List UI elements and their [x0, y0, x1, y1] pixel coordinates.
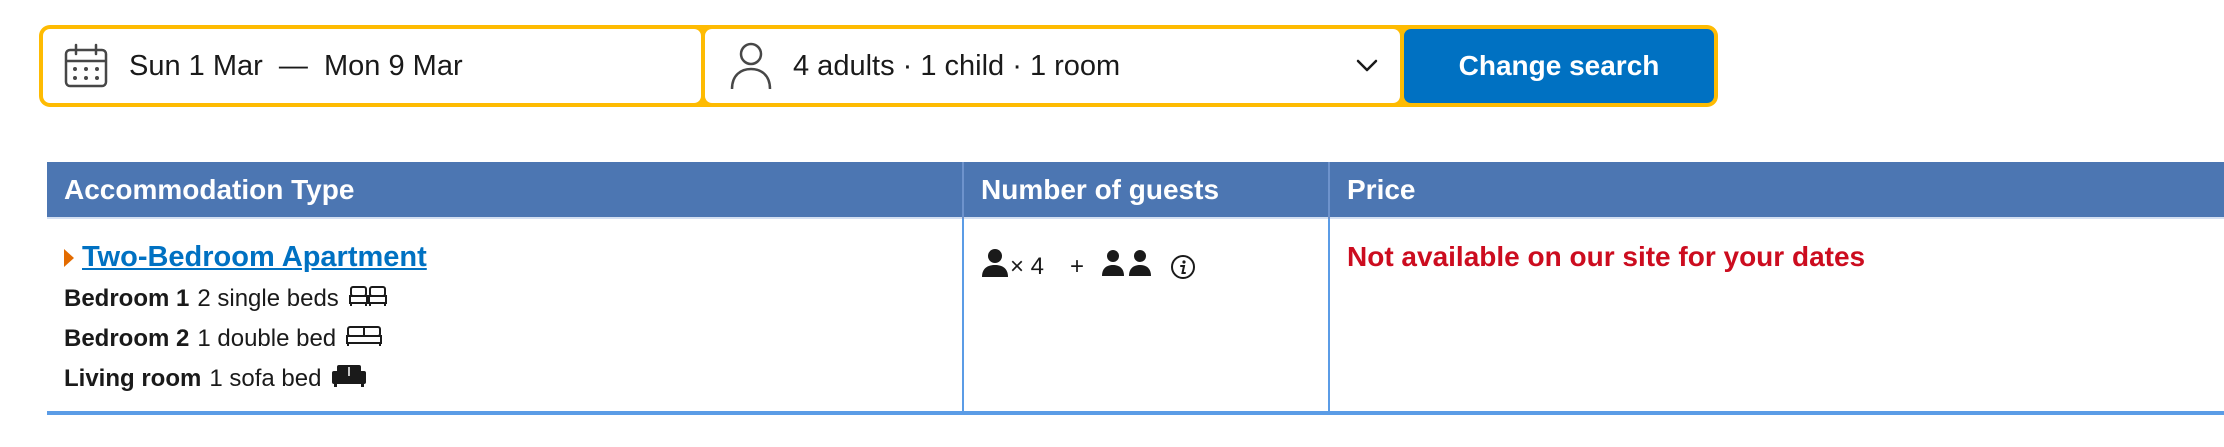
info-icon[interactable]: [1170, 254, 1196, 280]
double-bed-icon: [346, 325, 383, 354]
rooms-table: Accommodation Type Number of guests Pric…: [47, 162, 2224, 415]
header-accommodation-type: Accommodation Type: [47, 162, 964, 218]
bed-row: Living room 1 sofa bed: [64, 364, 962, 394]
accommodation-cell: Two-Bedroom Apartment Bedroom 1 2 single…: [47, 217, 964, 415]
bed-room-label: Bedroom 1: [64, 285, 190, 312]
caret-right-icon: [64, 248, 74, 267]
guests-value: 4 adults · 1 child · 1 room: [793, 49, 1121, 82]
date-picker[interactable]: Sun 1 Mar — Mon 9 Mar: [43, 29, 701, 103]
table-header: Accommodation Type Number of guests Pric…: [47, 162, 2224, 218]
change-search-button[interactable]: Change search: [1404, 29, 1714, 103]
calendar-icon: [63, 43, 109, 89]
price-cell: Not available on our site for your dates: [1329, 217, 2224, 415]
bed-row: Bedroom 1 2 single beds: [64, 284, 962, 314]
sofa-bed-icon: [331, 364, 367, 395]
person-icon: [729, 41, 773, 91]
apartment-title-link[interactable]: Two-Bedroom Apartment: [82, 241, 427, 274]
header-price: Price: [1329, 162, 2224, 218]
bed-room-label: Living room: [64, 365, 202, 392]
search-bar: Sun 1 Mar — Mon 9 Mar 4 adults · 1 child…: [39, 25, 1718, 107]
bed-detail: 2 single beds: [197, 285, 339, 312]
adult-count: × 4: [1010, 252, 1045, 280]
dates-value: Sun 1 Mar — Mon 9 Mar: [129, 49, 463, 82]
guests-selector[interactable]: 4 adults · 1 child · 1 room: [705, 29, 1400, 103]
bed-detail: 1 double bed: [197, 325, 337, 352]
bed-row: Bedroom 2 1 double bed: [64, 324, 962, 354]
guests-cell: × 4 +: [963, 217, 1330, 415]
bed-room-label: Bedroom 2: [64, 325, 190, 352]
single-beds-icon: [348, 285, 387, 314]
table-row: Two-Bedroom Apartment Bedroom 1 2 single…: [47, 217, 2224, 415]
plus-sign: +: [1070, 252, 1085, 280]
header-number-of-guests: Number of guests: [963, 162, 1330, 218]
bed-detail: 1 sofa bed: [209, 365, 322, 392]
adult-icon: [982, 249, 1008, 284]
children-icon: [1102, 250, 1152, 283]
unavailable-message: Not available on our site for your dates: [1347, 241, 1866, 272]
chevron-down-icon: [1356, 59, 1378, 73]
